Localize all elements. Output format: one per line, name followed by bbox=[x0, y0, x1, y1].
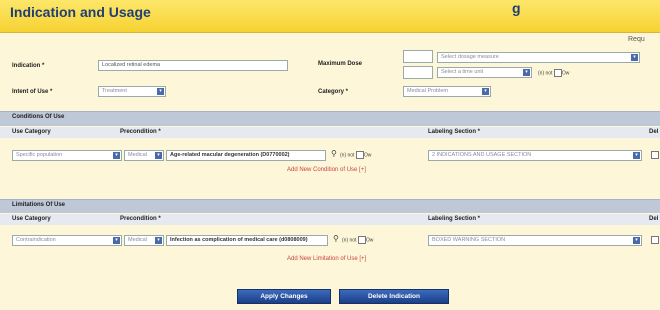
chevron-down-icon: ▾ bbox=[113, 237, 120, 244]
chevron-down-icon: ▾ bbox=[631, 54, 638, 61]
delete-indication-button[interactable]: Delete Indication bbox=[339, 289, 449, 304]
condition-precondition-input[interactable]: Age-related macular degeneration (D07700… bbox=[166, 150, 326, 161]
dose-na-option: (n) not Ow bbox=[538, 69, 570, 77]
add-condition-link[interactable]: Add New Condition of Use [+] bbox=[287, 167, 366, 173]
limitation-precondition-input[interactable]: Infection as complication of medical car… bbox=[166, 235, 328, 246]
limitations-header-row bbox=[0, 214, 660, 225]
col-delete: Del bbox=[649, 129, 659, 135]
maximum-dose-label: Maximum Dose bbox=[318, 61, 363, 67]
chevron-down-icon: ▾ bbox=[523, 69, 530, 76]
condition-precondition-type-select[interactable]: Medical ▾ bbox=[124, 150, 164, 161]
chevron-down-icon: ▾ bbox=[113, 152, 120, 159]
search-icon[interactable]: ⚲ bbox=[331, 149, 337, 158]
limitation-na-checkbox[interactable] bbox=[357, 236, 366, 244]
col-delete: Del bbox=[649, 216, 659, 222]
chevron-down-icon: ▾ bbox=[482, 88, 489, 95]
col-use-category: Use Category bbox=[12, 216, 51, 222]
search-icon[interactable]: ⚲ bbox=[333, 234, 339, 243]
intent-of-use-label: Intent of Use * bbox=[12, 89, 53, 95]
condition-na-option: (n) not Ow bbox=[340, 151, 372, 159]
dose-frequency-input[interactable] bbox=[403, 66, 433, 79]
limitation-delete-checkbox[interactable] bbox=[651, 236, 659, 244]
condition-labeling-section-select[interactable]: 2 INDICATIONS AND USAGE SECTION ▾ bbox=[428, 150, 642, 161]
dose-measure-select[interactable]: Select dosage measure ▾ bbox=[437, 52, 640, 63]
limitation-precondition-type-select[interactable]: Medical ▾ bbox=[124, 235, 164, 246]
time-unit-select[interactable]: Select a time unit ▾ bbox=[437, 67, 532, 78]
col-labeling-section: Labeling Section * bbox=[428, 129, 481, 135]
page-title-fragment: g bbox=[512, 0, 521, 16]
chevron-down-icon: ▾ bbox=[155, 152, 162, 159]
chevron-down-icon: ▾ bbox=[157, 88, 164, 95]
conditions-section-bar bbox=[0, 111, 660, 126]
category-select[interactable]: Medical Problem ▾ bbox=[403, 86, 491, 97]
condition-use-category-select[interactable]: Specific population ▾ bbox=[12, 150, 122, 161]
col-use-category: Use Category bbox=[12, 129, 51, 135]
intent-of-use-select[interactable]: Treatment ▾ bbox=[98, 86, 166, 97]
page-title: Indication and Usage bbox=[10, 4, 151, 20]
conditions-section-title: Conditions Of Use bbox=[12, 114, 65, 120]
chevron-down-icon: ▾ bbox=[633, 152, 640, 159]
conditions-header-row bbox=[0, 127, 660, 138]
indication-label: Indication * bbox=[12, 63, 45, 69]
limitations-section-title: Limitations Of Use bbox=[12, 202, 66, 208]
apply-changes-button[interactable]: Apply Changes bbox=[237, 289, 331, 304]
col-precondition: Precondition * bbox=[120, 129, 161, 135]
limitation-use-category-select[interactable]: Contraindication ▾ bbox=[12, 235, 122, 246]
add-limitation-link[interactable]: Add New Limitation of Use [+] bbox=[287, 256, 366, 262]
condition-na-checkbox[interactable] bbox=[355, 151, 364, 159]
dose-quantity-input[interactable] bbox=[403, 50, 433, 63]
col-labeling-section: Labeling Section * bbox=[428, 216, 481, 222]
chevron-down-icon: ▾ bbox=[155, 237, 162, 244]
col-precondition: Precondition * bbox=[120, 216, 161, 222]
category-label: Category * bbox=[318, 89, 349, 95]
limitation-na-option: (n) not Ow bbox=[342, 236, 374, 244]
indication-input[interactable]: Localized retinal edema bbox=[98, 60, 288, 71]
limitation-labeling-section-select[interactable]: BOXED WARNING SECTION ▾ bbox=[428, 235, 642, 246]
chevron-down-icon: ▾ bbox=[633, 237, 640, 244]
limitations-section-bar bbox=[0, 199, 660, 213]
required-note: Requ bbox=[628, 36, 645, 43]
dose-na-checkbox[interactable] bbox=[553, 69, 562, 77]
condition-delete-checkbox[interactable] bbox=[651, 151, 659, 159]
